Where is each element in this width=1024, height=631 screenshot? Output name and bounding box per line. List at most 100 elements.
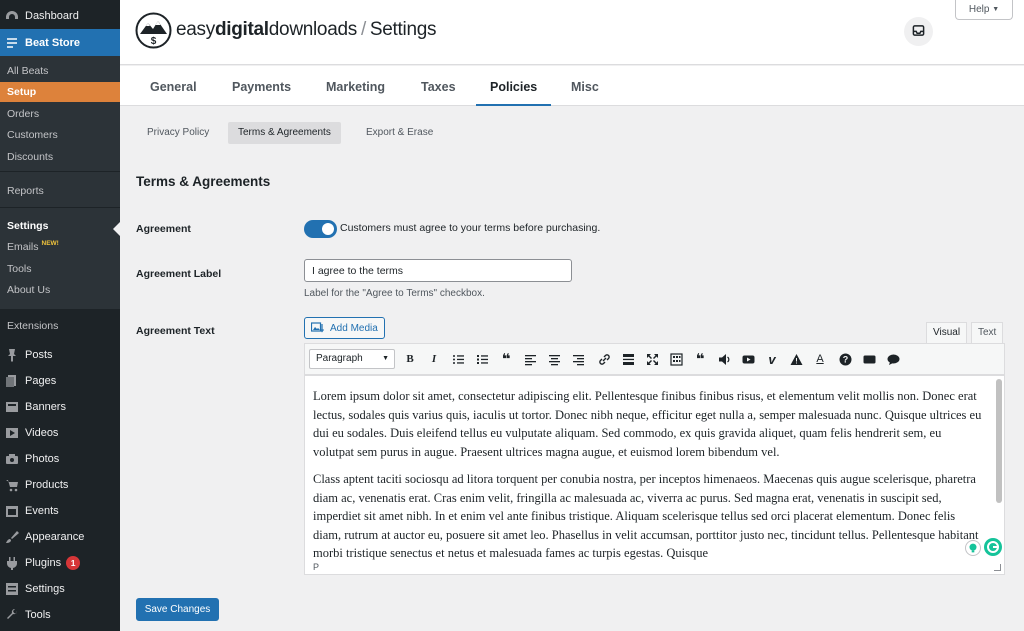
caret-down-icon: ▼: [382, 355, 389, 362]
sidebar-item-videos[interactable]: Videos: [0, 422, 120, 444]
align-left-icon[interactable]: [523, 352, 537, 366]
bold-icon[interactable]: B: [403, 352, 417, 366]
subtab-export-erase[interactable]: Export & Erase: [356, 122, 443, 144]
help-button[interactable]: Help ▼: [955, 0, 1013, 20]
tab-taxes[interactable]: Taxes: [421, 66, 456, 106]
save-changes-button[interactable]: Save Changes: [136, 598, 219, 621]
sidebar-item-appearance[interactable]: Appearance: [0, 526, 120, 548]
settings-tabs: General Payments Marketing Taxes Policie…: [120, 66, 1024, 106]
editor-text[interactable]: Lorem ipsum dolor sit amet, consectetur …: [313, 387, 985, 572]
help-circle-icon[interactable]: ?: [838, 352, 852, 366]
agreement-label-input[interactable]: [304, 259, 572, 282]
sidebar-label: Beat Store: [25, 36, 81, 49]
submenu-discounts[interactable]: Discounts: [0, 147, 120, 167]
plug-icon: [5, 556, 19, 570]
link-icon[interactable]: [597, 352, 611, 366]
subtab-terms-agreements[interactable]: Terms & Agreements: [228, 122, 341, 144]
fullscreen-icon[interactable]: [645, 352, 659, 366]
sidebar-item-pages[interactable]: Pages: [0, 370, 120, 392]
sidebar-item-tools[interactable]: Tools: [0, 604, 120, 626]
add-media-button[interactable]: Add Media: [304, 317, 385, 339]
agreement-toggle-text: Customers must agree to your terms befor…: [340, 222, 601, 234]
toolbar-toggle-icon[interactable]: [669, 352, 683, 366]
submenu-about-us[interactable]: About Us: [0, 280, 120, 300]
align-right-icon[interactable]: [571, 352, 585, 366]
blockquote-icon[interactable]: ❝: [499, 351, 513, 368]
sidebar-item-photos[interactable]: Photos: [0, 448, 120, 470]
beat-store-submenu: All Beats Setup Orders Customers Discoun…: [0, 56, 120, 309]
svg-text:?: ?: [842, 354, 848, 364]
media-icon: [310, 322, 325, 334]
warning-icon[interactable]: [789, 352, 803, 366]
agreement-text-heading: Agreement Text: [136, 325, 215, 337]
editor-paragraph: Lorem ipsum dolor sit amet, consectetur …: [313, 389, 982, 459]
tab-general[interactable]: General: [150, 66, 197, 106]
submenu-orders[interactable]: Orders: [0, 104, 120, 124]
numbered-list-icon[interactable]: [475, 352, 489, 366]
sidebar-item-products[interactable]: Products: [0, 474, 120, 496]
read-more-icon[interactable]: [621, 352, 635, 366]
italic-icon[interactable]: I: [427, 352, 441, 366]
brush-icon: [5, 530, 19, 544]
sidebar-item-settings[interactable]: Settings: [0, 578, 120, 600]
sidebar-label: Dashboard: [25, 10, 79, 22]
agreement-label-help: Label for the "Agree to Terms" checkbox.: [304, 288, 485, 299]
submenu-reports[interactable]: Reports: [0, 181, 120, 201]
cart-icon: [5, 478, 19, 492]
sidebar-item-posts[interactable]: Posts: [0, 344, 120, 366]
grammarly-icon[interactable]: [984, 538, 1002, 556]
align-center-icon[interactable]: [547, 352, 561, 366]
camera-icon: [5, 452, 19, 466]
tab-policies[interactable]: Policies: [476, 66, 552, 106]
store-icon: [5, 36, 19, 50]
editor-content-area[interactable]: Lorem ipsum dolor sit amet, consectetur …: [304, 375, 1005, 575]
inbox-icon: [912, 24, 925, 40]
youtube-icon[interactable]: [741, 352, 755, 366]
page-title: easydigitaldownloads / Settings: [176, 19, 437, 40]
submenu-emails[interactable]: Emails NEW!: [0, 237, 120, 257]
wrench-icon: [5, 608, 19, 622]
page-header: $ easydigitaldownloads / Settings Help ▼: [120, 0, 1024, 65]
plugins-update-badge: 1: [66, 556, 81, 570]
editor-tab-text[interactable]: Text: [971, 322, 1004, 344]
submenu-tools[interactable]: Tools: [0, 259, 120, 279]
pin-icon: [5, 348, 19, 362]
inbox-button[interactable]: [904, 17, 933, 46]
banner-icon: [5, 400, 19, 414]
editor-tab-visual[interactable]: Visual: [926, 322, 968, 344]
sidebar-item-banners[interactable]: Banners: [0, 396, 120, 418]
calendar-icon: [5, 504, 19, 518]
submenu-customers[interactable]: Customers: [0, 125, 120, 145]
admin-sidebar: Dashboard Beat Store All Beats Setup Ord…: [0, 0, 120, 631]
editor-scrollbar[interactable]: [996, 379, 1002, 503]
submenu-setup[interactable]: Setup: [0, 82, 120, 102]
tab-payments[interactable]: Payments: [232, 66, 291, 106]
keyboard-icon[interactable]: [862, 352, 876, 366]
pages-icon: [5, 374, 19, 388]
sidebar-item-plugins[interactable]: Plugins 1: [0, 552, 120, 574]
sidebar-item-dashboard[interactable]: Dashboard: [0, 3, 120, 29]
sidebar-item-events[interactable]: Events: [0, 500, 120, 522]
comment-icon[interactable]: [886, 352, 900, 366]
submenu-all-beats[interactable]: All Beats: [0, 61, 120, 81]
audio-icon[interactable]: [717, 352, 731, 366]
section-title: Terms & Agreements: [136, 174, 271, 189]
vimeo-icon[interactable]: v: [765, 352, 779, 367]
tab-misc[interactable]: Misc: [571, 66, 599, 106]
lightbulb-icon[interactable]: [965, 540, 981, 556]
format-select[interactable]: Paragraph ▼: [309, 349, 395, 369]
dashboard-icon: [5, 9, 19, 23]
toggle-knob: [322, 223, 334, 235]
agreement-toggle[interactable]: [304, 220, 337, 238]
quote-icon[interactable]: ❝: [693, 351, 707, 368]
subtab-privacy-policy[interactable]: Privacy Policy: [137, 122, 219, 144]
submenu-extensions[interactable]: Extensions: [0, 316, 120, 336]
tab-marketing[interactable]: Marketing: [326, 66, 385, 106]
resize-handle[interactable]: [994, 564, 1001, 571]
editor-paragraph: Class aptent taciti sociosqu ad litora t…: [313, 472, 979, 560]
sidebar-item-beat-store[interactable]: Beat Store: [0, 29, 120, 56]
submenu-settings[interactable]: Settings: [0, 216, 120, 236]
new-badge: NEW!: [41, 239, 59, 247]
text-color-icon[interactable]: A: [813, 352, 827, 366]
bullet-list-icon[interactable]: [451, 352, 465, 366]
